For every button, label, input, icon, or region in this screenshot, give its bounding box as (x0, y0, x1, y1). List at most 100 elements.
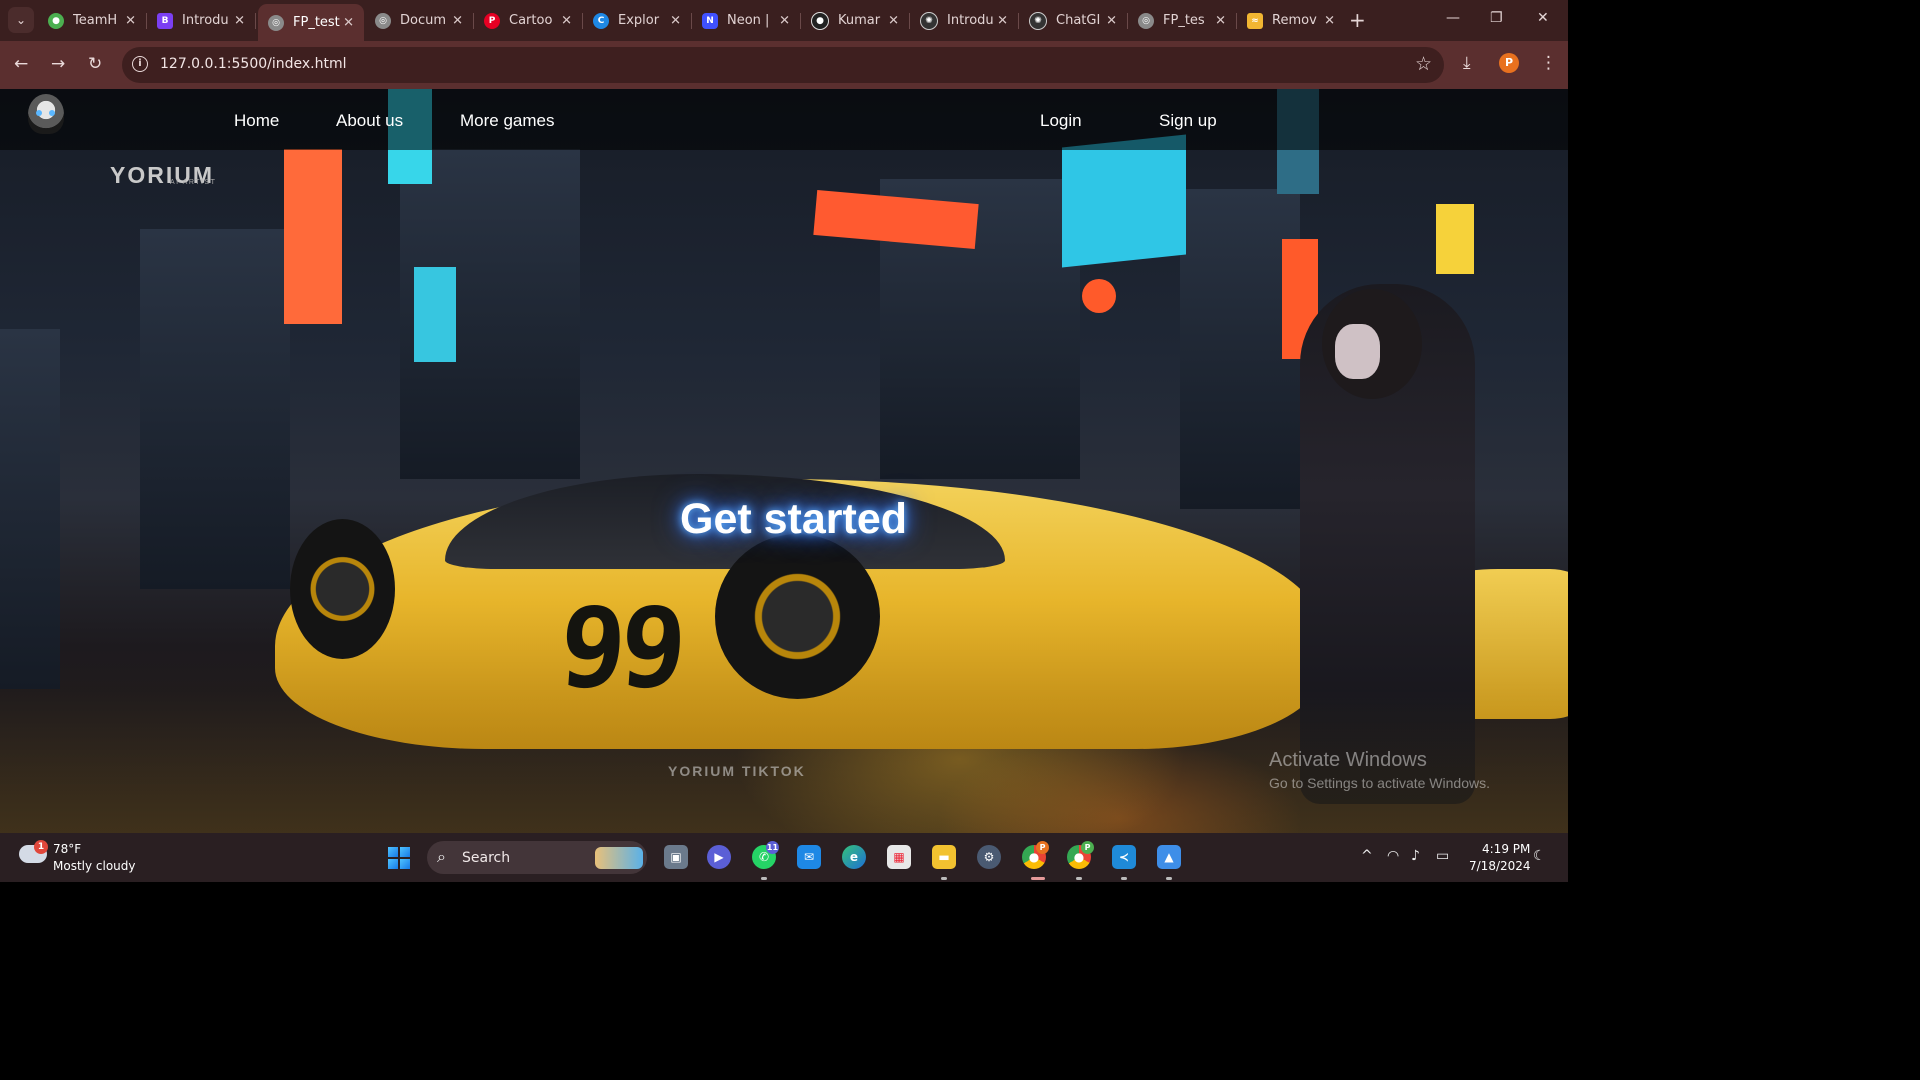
weather-description[interactable]: Mostly cloudy (53, 859, 136, 873)
address-bar[interactable]: i 127.0.0.1:5500/index.html ☆ (122, 47, 1444, 83)
car-rear-wheel (290, 519, 395, 659)
tab-title: TeamH (73, 13, 118, 28)
tab-close-icon[interactable]: ✕ (343, 15, 354, 30)
browser-tab[interactable]: ● TeamH ✕ (38, 5, 147, 36)
tab-title: Cartoo (509, 13, 553, 28)
vscode-icon[interactable]: ≺ (1112, 845, 1136, 869)
profile-avatar[interactable]: P (1499, 53, 1519, 73)
neon-sign (1082, 279, 1116, 313)
neon-favicon-icon: N (702, 12, 718, 29)
remove-favicon-icon: ≈ (1247, 12, 1263, 29)
tab-title: Kumar (838, 13, 881, 28)
browser-tab[interactable]: ≈ Remov ✕ (1237, 5, 1345, 36)
clock-time[interactable]: 4:19 PM (1482, 842, 1530, 856)
back-arrow-icon[interactable]: ← (14, 54, 28, 74)
openai-favicon-icon: ✺ (1029, 11, 1047, 30)
wifi-icon[interactable]: ◠ (1387, 848, 1399, 864)
get-started-button[interactable]: Get started (680, 495, 907, 544)
nav-about[interactable]: About us (336, 111, 403, 131)
tab-close-icon[interactable]: ✕ (1106, 13, 1117, 28)
task-view-icon[interactable]: ▣ (664, 845, 688, 869)
settings-gear-icon[interactable]: ⚙ (977, 845, 1001, 869)
mail-icon[interactable]: ✉ (797, 845, 821, 869)
browser-tab[interactable]: P Cartoo ✕ (474, 5, 583, 36)
tab-title: Docum (400, 13, 447, 28)
activate-windows-watermark: Activate Windows Go to Settings to activ… (1269, 749, 1490, 791)
volume-icon[interactable]: ♪ (1411, 848, 1420, 864)
new-tab-button[interactable]: + (1349, 9, 1366, 31)
browser-tab-active[interactable]: ◎ FP_test ✕ (258, 4, 364, 41)
tiktok-watermark: YORIUM TIKTOK (668, 763, 806, 779)
restore-icon[interactable]: ❐ (1490, 10, 1503, 26)
globe-favicon-icon: ◎ (268, 14, 284, 31)
browser-tab[interactable]: N Neon | ✕ (692, 5, 801, 36)
running-indicator (1166, 877, 1172, 880)
tab-close-icon[interactable]: ✕ (1215, 13, 1226, 28)
nav-signup[interactable]: Sign up (1159, 111, 1217, 131)
site-logo[interactable] (28, 94, 64, 134)
store-icon[interactable]: ▦ (887, 845, 911, 869)
tab-close-icon[interactable]: ✕ (1324, 13, 1335, 28)
page-viewport: 99 Home About us More games Login Sign u… (0, 89, 1568, 833)
nav-more-games[interactable]: More games (460, 111, 554, 131)
browser-tab-strip: ⌄ ● TeamH ✕ B Introdu ✕ ◎ FP_test ✕ ◎ Do… (0, 0, 1568, 41)
tab-close-icon[interactable]: ✕ (452, 13, 463, 28)
photos-icon[interactable]: ▲ (1157, 845, 1181, 869)
taskbar-search[interactable]: ⌕ Search (427, 841, 647, 874)
tab-close-icon[interactable]: ✕ (997, 13, 1008, 28)
browser-tab[interactable]: ● Kumar ✕ (801, 5, 910, 36)
activate-title: Activate Windows (1269, 749, 1427, 771)
windows-start-icon[interactable] (388, 847, 410, 869)
tab-search-button[interactable]: ⌄ (8, 7, 34, 33)
focus-moon-icon[interactable]: ☾ (1533, 848, 1546, 864)
tab-title: Introdu (182, 13, 229, 28)
nav-login[interactable]: Login (1040, 111, 1082, 131)
nav-home[interactable]: Home (234, 111, 279, 131)
tab-close-icon[interactable]: ✕ (561, 13, 572, 28)
browser-tab[interactable]: B Introdu ✕ (147, 5, 256, 36)
tab-close-icon[interactable]: ✕ (779, 13, 790, 28)
url-text[interactable]: 127.0.0.1:5500/index.html (160, 56, 347, 72)
anime-girl-face (1335, 324, 1380, 379)
pinterest-favicon-icon: P (484, 12, 500, 29)
browser-tab[interactable]: C Explor ✕ (583, 5, 692, 36)
tab-close-icon[interactable]: ✕ (888, 13, 899, 28)
battery-icon[interactable]: ▭ (1436, 848, 1449, 864)
show-hidden-icons-chevron-icon[interactable]: ^ (1361, 848, 1373, 864)
tab-close-icon[interactable]: ✕ (125, 13, 136, 28)
tab-close-icon[interactable]: ✕ (670, 13, 681, 28)
activate-subtitle: Go to Settings to activate Windows. (1269, 775, 1490, 791)
neon-sign (414, 267, 456, 362)
bookmark-star-icon[interactable]: ☆ (1415, 53, 1432, 75)
edge-icon[interactable]: e (842, 845, 866, 869)
close-window-icon[interactable]: ✕ (1537, 10, 1549, 26)
teamh-favicon-icon: ● (48, 12, 64, 29)
minimize-icon[interactable]: — (1446, 10, 1460, 26)
explore-favicon-icon: C (593, 12, 609, 29)
weather-temperature[interactable]: 78°F (53, 842, 81, 856)
running-indicator (1121, 877, 1127, 880)
kebab-menu-icon[interactable]: ⋮ (1540, 53, 1557, 73)
search-label: Search (462, 850, 511, 866)
browser-toolbar: ← → ↻ i 127.0.0.1:5500/index.html ☆ ⤓ P … (0, 41, 1568, 89)
running-indicator (941, 877, 947, 880)
browser-tab[interactable]: ✺ ChatGI ✕ (1019, 5, 1128, 36)
clock-date[interactable]: 7/18/2024 (1469, 859, 1531, 873)
forward-arrow-icon[interactable]: → (51, 54, 65, 74)
running-indicator (761, 877, 767, 880)
tab-title: FP_test (293, 15, 340, 30)
teams-chat-icon[interactable]: ▶ (707, 845, 731, 869)
running-indicator (1031, 877, 1045, 880)
neon-sign (1436, 204, 1474, 274)
site-info-icon[interactable]: i (132, 56, 148, 72)
background-building (140, 229, 290, 589)
tab-close-icon[interactable]: ✕ (234, 13, 245, 28)
browser-tab[interactable]: ✺ Introdu ✕ (910, 5, 1019, 36)
reload-icon[interactable]: ↻ (88, 54, 102, 74)
browser-tab[interactable]: ◎ FP_tes ✕ (1128, 5, 1237, 36)
browser-tab[interactable]: ◎ Docum ✕ (365, 5, 474, 36)
download-icon[interactable]: ⤓ (1463, 53, 1471, 73)
github-favicon-icon: ● (811, 11, 829, 30)
file-explorer-icon[interactable]: ▬ (932, 845, 956, 869)
tab-title: ChatGI (1056, 13, 1101, 28)
